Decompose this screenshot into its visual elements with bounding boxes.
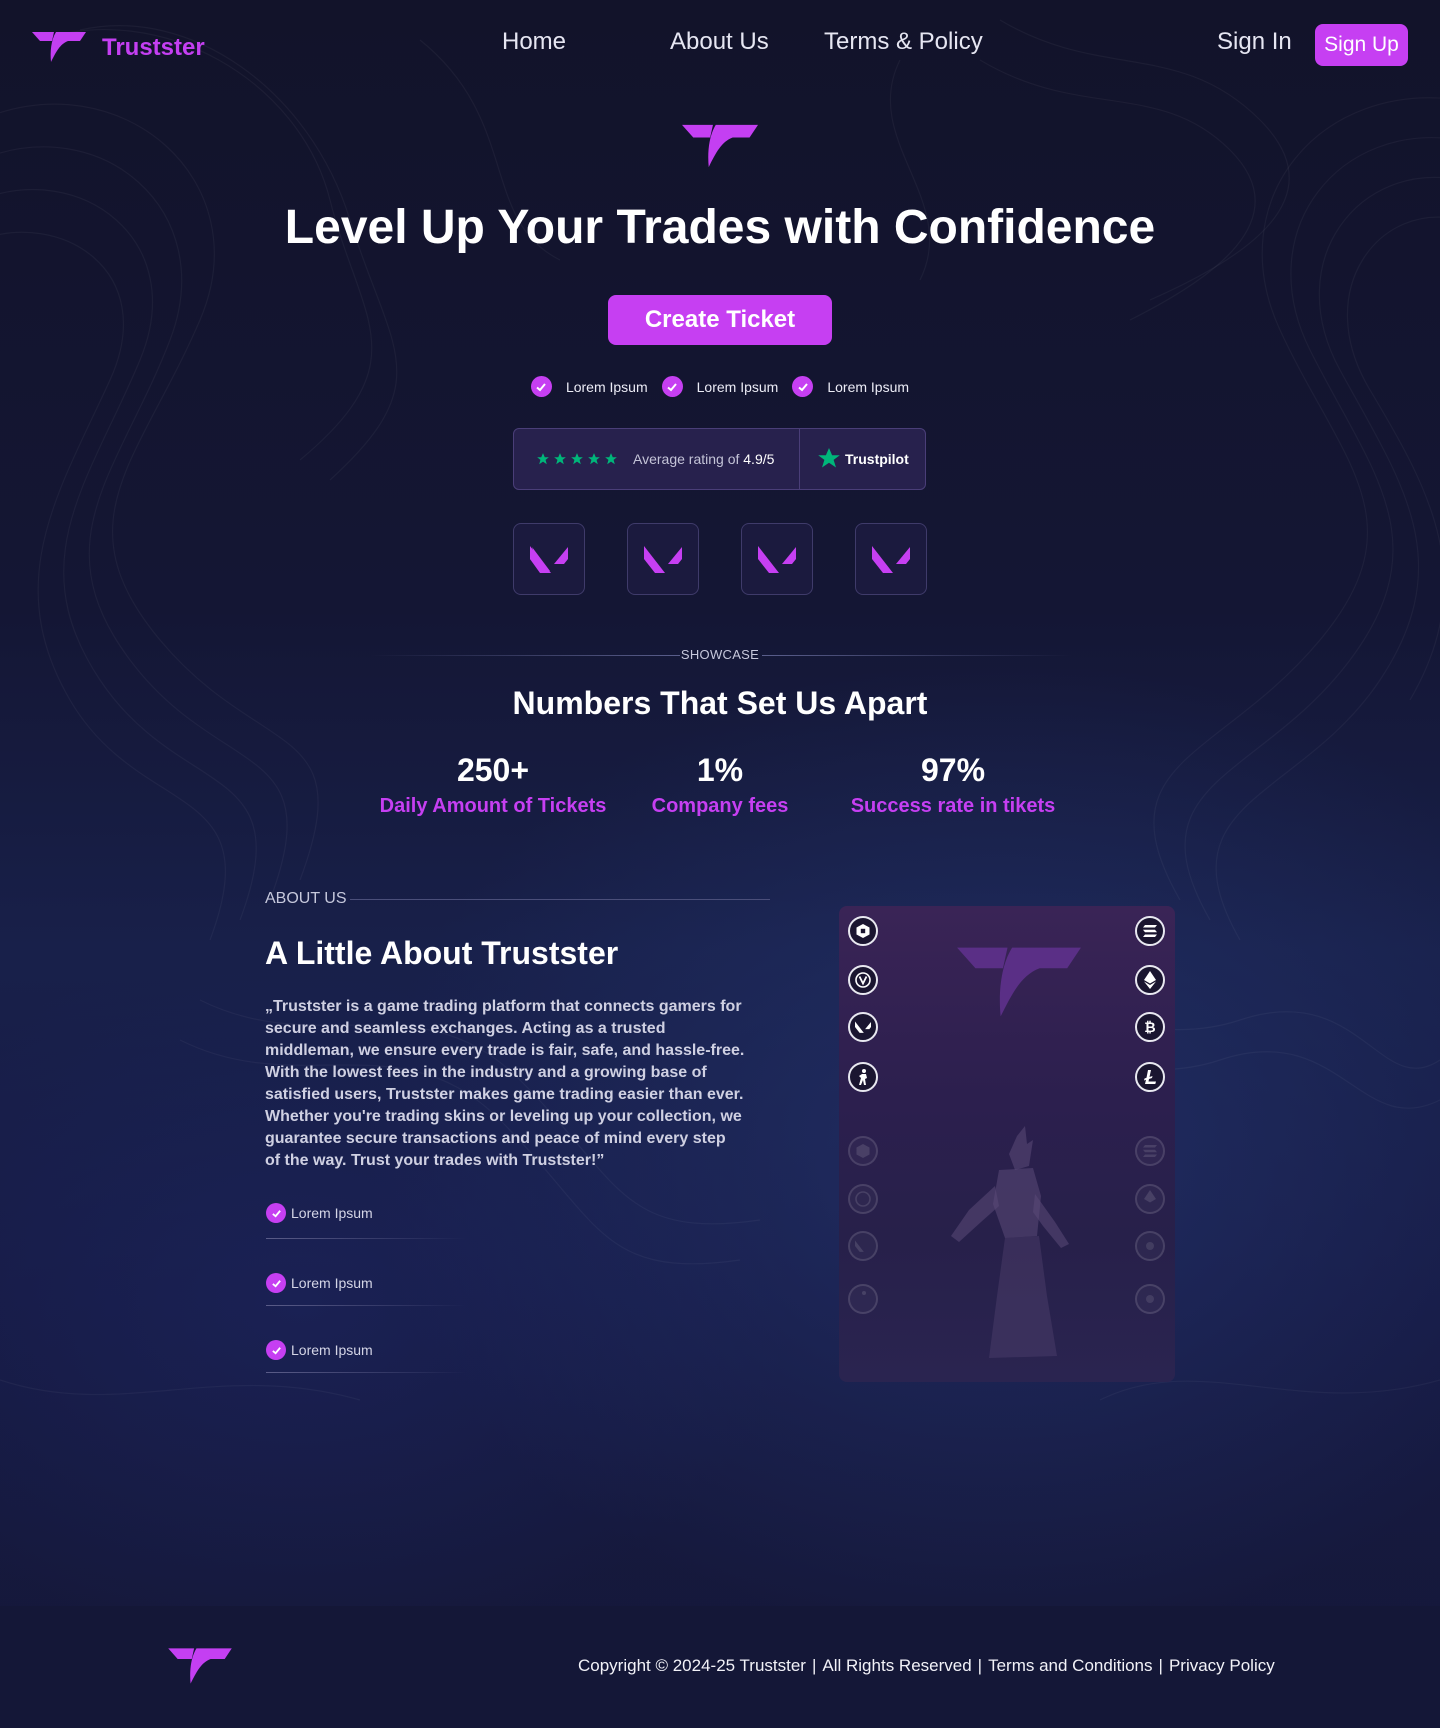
- hero-logo-icon: [682, 124, 758, 168]
- ethereum-icon: [1135, 1184, 1165, 1214]
- trustpilot-star-icon: [818, 448, 840, 468]
- footer-links: Copyright © 2024-25 Trustster | All Rights…: [578, 1656, 1275, 1676]
- counter-strike-icon: [848, 1284, 878, 1314]
- character-illustration: [951, 1126, 1069, 1358]
- about-check-label: Lorem Ipsum: [291, 1275, 373, 1291]
- check-icon: [792, 376, 814, 397]
- valorant-icon: [758, 546, 796, 573]
- check-icon: [266, 1203, 286, 1223]
- stat-value: 1%: [696, 752, 744, 788]
- stat-value: 250+: [456, 752, 530, 788]
- fortnite-icon[interactable]: [848, 965, 878, 995]
- ethereum-icon[interactable]: [1135, 965, 1165, 995]
- rating-text: Average rating of 4.9/5: [633, 451, 774, 467]
- stat-label: Company fees: [651, 795, 789, 817]
- about-check-item: Lorem Ipsum: [266, 1340, 373, 1360]
- divider-line: [350, 899, 770, 900]
- footer-rights: All Rights Reserved: [822, 1656, 972, 1675]
- about-check-label: Lorem Ipsum: [291, 1342, 373, 1358]
- hero-check-label: Lorem Ipsum: [827, 378, 910, 395]
- about-showcase-card: ₿: [839, 906, 1175, 1382]
- separator: |: [1158, 1656, 1163, 1675]
- star-icon: [605, 453, 617, 465]
- divider-line: [266, 1305, 466, 1306]
- valorant-icon: [872, 546, 910, 573]
- stat-label: Success rate in tikets: [850, 795, 1056, 817]
- game-tile-valorant[interactable]: [741, 523, 813, 595]
- hero-check-list: Lorem Ipsum Lorem Ipsum Lorem Ipsum: [0, 376, 1440, 397]
- create-ticket-button[interactable]: Create Ticket: [608, 295, 832, 345]
- footer-logo-icon[interactable]: [167, 1646, 233, 1686]
- trustpilot-badge[interactable]: Trustpilot: [817, 447, 909, 471]
- hero-check-label: Lorem Ipsum: [696, 378, 779, 395]
- valorant-icon[interactable]: [848, 1012, 878, 1042]
- solana-icon[interactable]: [1135, 916, 1165, 946]
- section-label: SHOWCASE: [680, 647, 760, 662]
- card-logo-icon: [957, 947, 1081, 1017]
- about-check-item: Lorem Ipsum: [266, 1273, 373, 1293]
- valorant-icon: [530, 546, 568, 573]
- nav-terms-policy[interactable]: Terms & Policy: [824, 28, 983, 56]
- solana-icon: [1135, 1136, 1165, 1166]
- hero-check-label: Lorem Ipsum: [565, 378, 648, 395]
- about-description: „Trustster is a game trading platform th…: [265, 998, 745, 1169]
- star-icon: [588, 453, 600, 465]
- hero-title: Level Up Your Trades with Confidence: [284, 201, 1156, 254]
- check-icon: [266, 1340, 286, 1360]
- roblox-icon: [848, 1136, 878, 1166]
- valorant-icon: [644, 546, 682, 573]
- check-icon: [661, 376, 683, 397]
- nav-about-us[interactable]: About Us: [670, 28, 769, 56]
- footer-privacy-link[interactable]: Privacy Policy: [1169, 1656, 1275, 1675]
- fortnite-icon: [848, 1184, 878, 1214]
- check-icon: [530, 376, 552, 397]
- stat-label: Daily Amount of Tickets: [379, 795, 607, 817]
- separator: |: [977, 1656, 983, 1675]
- about-check-item: Lorem Ipsum: [266, 1203, 373, 1223]
- roblox-icon[interactable]: [848, 916, 878, 946]
- bitcoin-icon: [1135, 1231, 1165, 1261]
- check-icon: [266, 1273, 286, 1293]
- game-tile-valorant[interactable]: [855, 523, 927, 595]
- trustpilot-label: Trustpilot: [845, 451, 909, 467]
- star-icon: [554, 453, 566, 465]
- stat-success-rate: 97% Success rate in tikets: [833, 752, 1073, 818]
- stat-daily-tickets: 250+ Daily Amount of Tickets: [373, 752, 613, 818]
- sign-in-link[interactable]: Sign In: [1217, 28, 1292, 56]
- stat-value: 97%: [920, 752, 986, 788]
- svg-text:₿: ₿: [1144, 1020, 1155, 1035]
- about-check-label: Lorem Ipsum: [291, 1205, 373, 1221]
- hero-check-item: Lorem Ipsum: [661, 376, 779, 397]
- hero-check-item: Lorem Ipsum: [792, 376, 909, 397]
- litecoin-icon[interactable]: [1135, 1062, 1165, 1092]
- divider-line: [266, 1238, 466, 1239]
- litecoin-icon: [1135, 1284, 1165, 1314]
- bitcoin-icon[interactable]: ₿: [1135, 1012, 1165, 1042]
- rating-stars: [536, 452, 618, 466]
- divider-line: [266, 1372, 466, 1373]
- stat-company-fees: 1% Company fees: [620, 752, 820, 818]
- nav-home[interactable]: Home: [502, 28, 566, 56]
- rating-summary: Average rating of 4.9/5: [514, 429, 800, 489]
- game-tile-valorant[interactable]: [627, 523, 699, 595]
- sign-up-button[interactable]: Sign Up: [1315, 24, 1408, 66]
- hero-check-item: Lorem Ipsum: [530, 376, 648, 397]
- brand-logo-icon[interactable]: [32, 30, 86, 64]
- footer-terms-link[interactable]: Terms and Conditions: [988, 1656, 1152, 1675]
- star-icon: [571, 453, 583, 465]
- counter-strike-icon[interactable]: [848, 1062, 878, 1092]
- rating-prefix: Average rating of: [633, 451, 744, 467]
- section-title: Numbers That Set Us Apart: [512, 685, 928, 721]
- rating-card[interactable]: Average rating of 4.9/5 Trustpilot: [513, 428, 926, 490]
- about-section-label: ABOUT US: [265, 890, 347, 907]
- about-title: A Little About Trustster: [265, 935, 619, 971]
- star-icon: [537, 453, 549, 465]
- game-tile-valorant[interactable]: [513, 523, 585, 595]
- valorant-icon: [848, 1231, 878, 1261]
- separator: |: [811, 1656, 817, 1675]
- rating-value: 4.9/5: [743, 451, 775, 467]
- brand-name[interactable]: Trustster: [102, 34, 205, 62]
- footer-copyright: Copyright © 2024-25 Trustster: [578, 1656, 806, 1675]
